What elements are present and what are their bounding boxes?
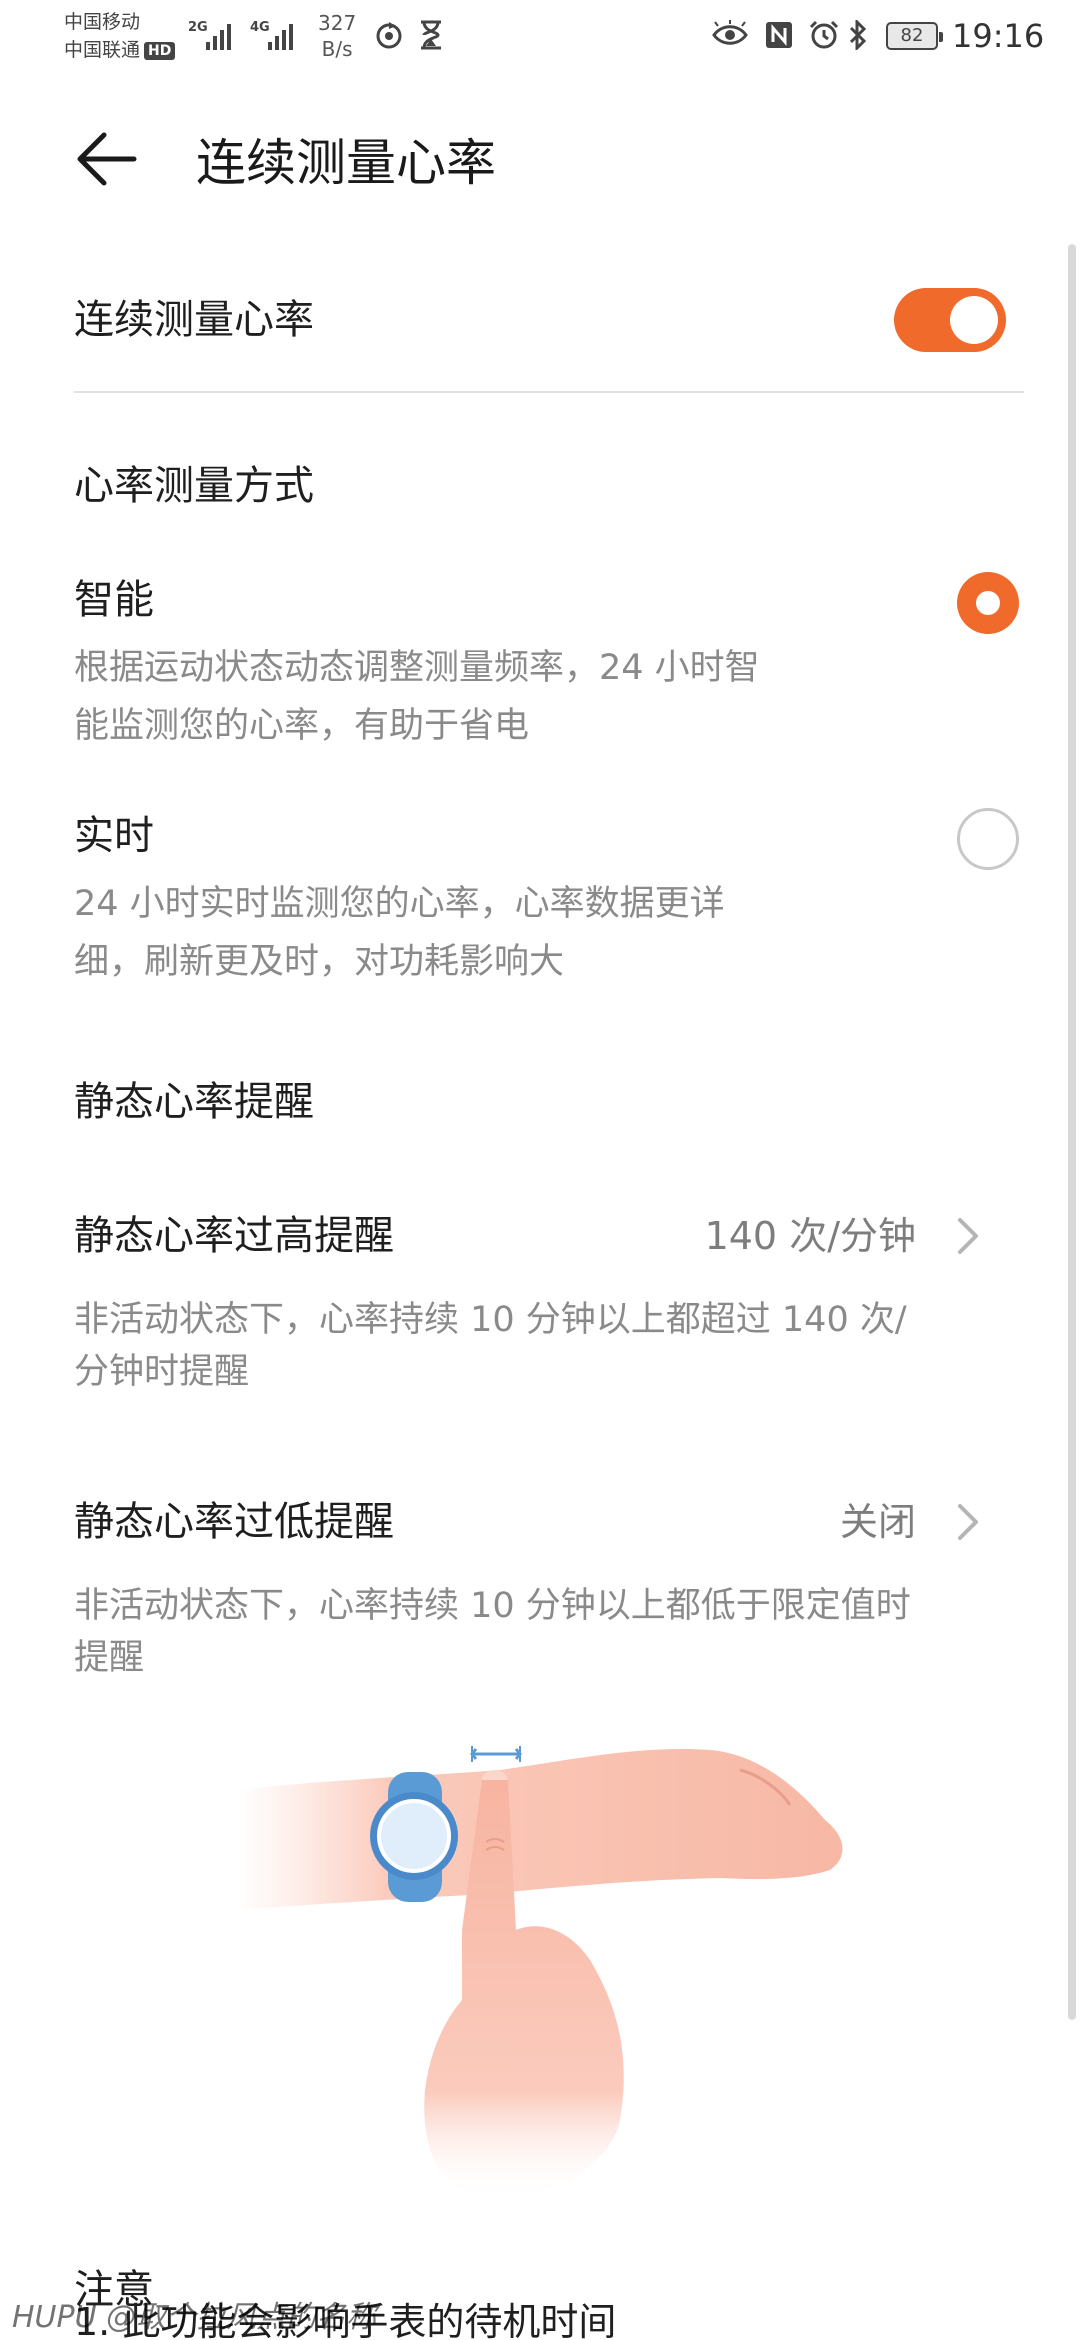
mode-option-desc: 细，刷新更及时，对功耗影响大 (74, 942, 565, 982)
mode-option-desc: 24 小时实时监测您的心率，心率数据更详 (74, 884, 725, 924)
alert-desc: 提醒 (74, 1638, 145, 1678)
sync-icon (374, 20, 404, 56)
eye-icon (712, 20, 748, 56)
bluetooth-icon (848, 18, 868, 56)
page-title: 连续测量心率 (196, 134, 496, 192)
alert-desc: 非活动状态下，心率持续 10 分钟以上都低于限定值时 (74, 1586, 911, 1626)
radio-smart[interactable] (957, 572, 1019, 634)
hourglass-icon (418, 20, 444, 56)
alert-desc: 非活动状态下，心率持续 10 分钟以上都超过 140 次/ (74, 1300, 907, 1340)
radio-realtime[interactable] (957, 808, 1019, 870)
mode-option-title: 智能 (74, 577, 154, 623)
mode-option-desc: 根据运动状态动态调整测量频率，24 小时智 (74, 648, 760, 688)
carrier-2: 中国联通 (64, 39, 141, 61)
watermark: HUPU @取个拉风点的名称 (12, 2300, 377, 2335)
net-speed: 327 B/s (318, 10, 356, 62)
battery-indicator: 82 (886, 22, 943, 50)
mode-option-title: 实时 (74, 813, 154, 859)
hd-badge: HD (144, 41, 176, 60)
network-type-2: 4G (250, 20, 270, 35)
alert-desc: 分钟时提醒 (74, 1352, 250, 1392)
status-bar: 中国移动 中国联通 HD 2G 4G 327 B/s 82 19:16 (0, 0, 1080, 72)
back-arrow-icon (77, 132, 137, 186)
alert-value: 关闭 (839, 1500, 916, 1544)
wrist-watch-illustration (240, 1746, 843, 2200)
toggle-knob (950, 296, 998, 344)
clock: 19:16 (952, 17, 1045, 55)
page: 中国移动 中国联通 HD 2G 4G 327 B/s 82 19:16 连续测量… (0, 0, 1080, 2340)
alarm-icon (808, 20, 840, 56)
alert-value: 140 次/分钟 (704, 1214, 916, 1258)
chevron-right-icon (958, 1218, 978, 1254)
continuous-measure-label: 连续测量心率 (74, 297, 314, 343)
carrier-1: 中国移动 (64, 11, 141, 33)
network-type-1: 2G (188, 20, 208, 35)
continuous-measure-toggle[interactable] (894, 288, 1006, 352)
chevron-right-icon (958, 1504, 978, 1540)
scrollbar[interactable] (1068, 244, 1076, 2020)
section-heading-alerts: 静态心率提醒 (74, 1079, 314, 1125)
mode-option-desc: 能监测您的心率，有助于省电 (74, 706, 530, 746)
net-speed-value: 327 (318, 11, 357, 35)
alert-title: 静态心率过高提醒 (74, 1213, 394, 1259)
alert-title: 静态心率过低提醒 (74, 1499, 394, 1545)
back-button[interactable] (74, 126, 140, 192)
net-speed-unit: B/s (321, 37, 353, 61)
divider (74, 391, 1024, 393)
carrier-info: 中国移动 中国联通 HD (64, 8, 176, 64)
nfc-icon (764, 20, 794, 56)
section-heading-mode: 心率测量方式 (74, 463, 314, 509)
